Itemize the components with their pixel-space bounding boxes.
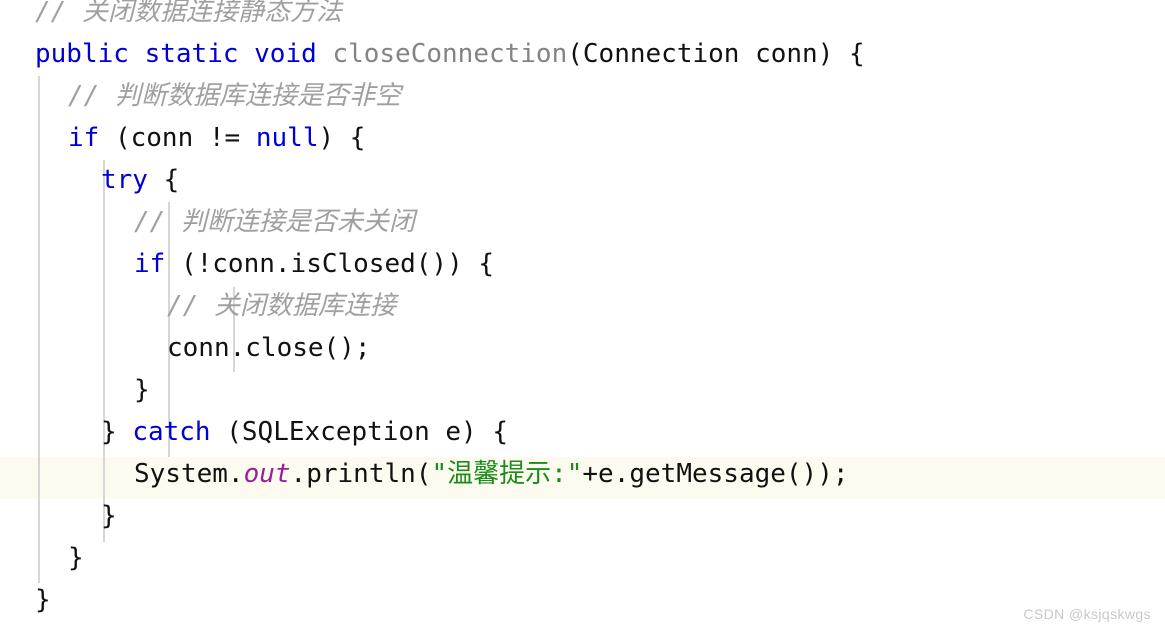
token-plain: conn.close(); (167, 333, 371, 363)
token-plain: } (68, 543, 84, 573)
code-editor-viewport: // 关闭数据连接静态方法 public static void closeCon… (0, 0, 1165, 628)
token-plain: (conn != (99, 123, 256, 153)
token-plain: } (35, 585, 51, 615)
code-line-13[interactable]: } (0, 495, 1165, 537)
token-kw: null (255, 123, 319, 153)
token-kw: if (134, 249, 166, 279)
code-line-7[interactable]: if (!conn.isClosed()) { (0, 243, 1165, 285)
token-plain: .println( (290, 459, 432, 489)
token-cmt: // 关闭数据库连接 (167, 291, 396, 321)
token-cmt: // 关闭数据连接静态方法 (35, 0, 342, 27)
token-kw: void (254, 39, 317, 69)
token-plain: (SQLException e) { (210, 417, 509, 447)
token-plain: } (101, 501, 117, 531)
token-kw: catch (132, 417, 211, 447)
code-line-9[interactable]: conn.close(); (0, 327, 1165, 369)
token-plain: System. (134, 459, 244, 489)
code-line-4[interactable]: if (conn != null) { (0, 117, 1165, 159)
code-line-12[interactable]: System.out.println("温馨提示:"+e.getMessage(… (0, 453, 1165, 495)
token-plain: } (101, 417, 133, 447)
token-plain: (!conn.isClosed()) { (165, 249, 495, 279)
token-plain: { (147, 165, 180, 195)
code-line-6[interactable]: // 判断连接是否未关闭 (0, 201, 1165, 243)
code-line-3[interactable]: // 判断数据库连接是否非空 (0, 75, 1165, 117)
token-cmt: // 判断连接是否未关闭 (134, 207, 415, 237)
token-plain: ) { (318, 123, 366, 153)
code-line-15[interactable]: } (0, 579, 1165, 621)
token-kw: static (144, 39, 239, 69)
token-plain: (Connection conn) { (567, 39, 865, 69)
code-line-1[interactable]: // 关闭数据连接静态方法 (0, 0, 1165, 33)
code-line-8[interactable]: // 关闭数据库连接 (0, 285, 1165, 327)
code-line-11[interactable]: } catch (SQLException e) { (0, 411, 1165, 453)
token-kw: if (68, 123, 100, 153)
code-line-14[interactable]: } (0, 537, 1165, 579)
token-cmt: // 判断数据库连接是否非空 (68, 81, 401, 111)
code-line-10[interactable]: } (0, 369, 1165, 411)
code-line-2[interactable]: public static void closeConnection(Conne… (0, 33, 1165, 75)
token-kw: try (101, 165, 148, 195)
csdn-watermark: CSDN @ksjqskwgs (1023, 606, 1151, 622)
token-str: "温馨提示:" (431, 459, 583, 489)
token-kw: public (35, 39, 129, 69)
token-field: out (243, 459, 291, 489)
token-plain: } (134, 375, 150, 405)
token-plain: +e.getMessage()); (582, 459, 849, 489)
token-mth: closeConnection (332, 39, 568, 69)
code-line-5[interactable]: try { (0, 159, 1165, 201)
